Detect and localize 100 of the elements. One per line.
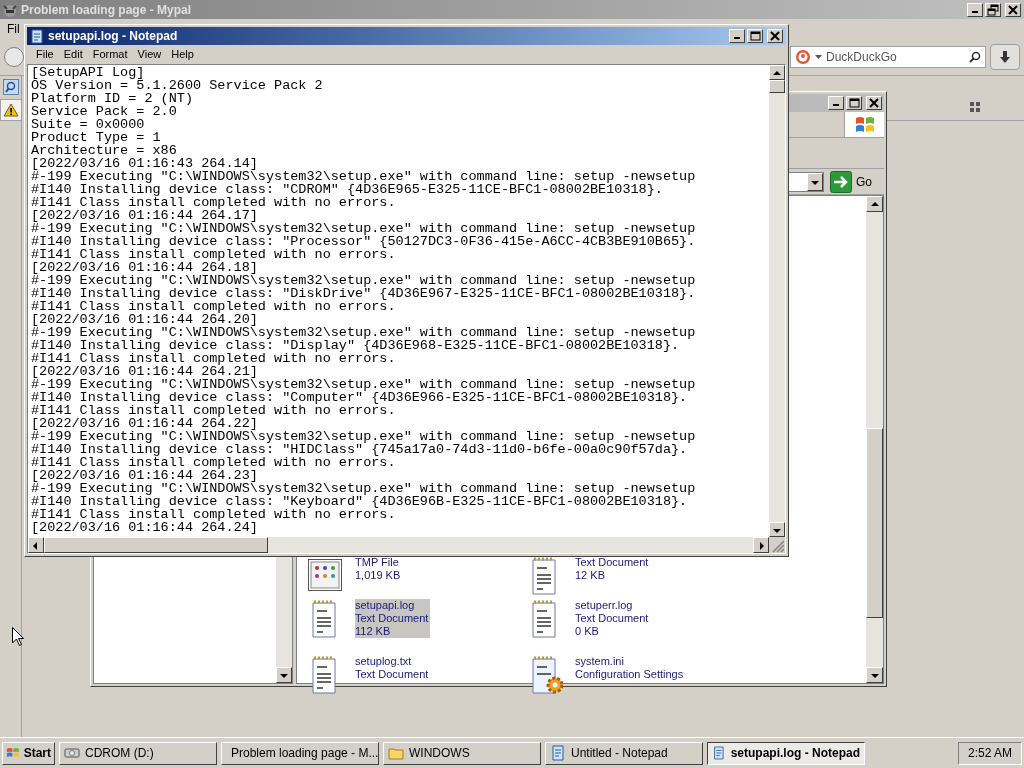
taskbar-button[interactable]: CDROM (D:) xyxy=(59,741,217,765)
notepad-icon xyxy=(550,745,566,761)
minimize-icon xyxy=(833,104,839,106)
taskbar-button[interactable]: Untitled - Notepad xyxy=(545,741,703,765)
log-line: #-199 Executing "C:\WINDOWS\system32\setup.exe" with command line: setup -newsetup xyxy=(31,170,697,183)
close-button[interactable] xyxy=(1005,2,1021,17)
menu-item[interactable]: View xyxy=(132,46,167,63)
folder-icon xyxy=(388,745,404,761)
scroll-thumb[interactable] xyxy=(866,428,883,618)
close-icon xyxy=(867,97,881,109)
drive-icon xyxy=(64,745,80,761)
file-type: Text Document xyxy=(355,668,429,681)
close-button[interactable] xyxy=(767,29,783,43)
log-line: [2022/03/16 01:16:44 264.22] xyxy=(31,417,258,430)
log-line: #-199 Executing "C:\WINDOWS\system32\setup.exe" with command line: setup -newsetup xyxy=(31,274,697,287)
menu-item[interactable]: Help xyxy=(166,46,199,63)
maximize-button[interactable] xyxy=(747,29,763,43)
minimize-icon xyxy=(972,10,978,13)
duck-icon xyxy=(795,48,811,65)
file-name: setupapi.log xyxy=(355,599,416,612)
scroll-up-button[interactable] xyxy=(866,196,883,212)
search-icon[interactable] xyxy=(969,50,981,63)
menu-item[interactable]: Edit xyxy=(58,46,88,63)
scroll-thumb[interactable] xyxy=(769,80,785,93)
log-line: #I140 Installing device class: "Processor" {50127DC3-0F36-415e-A6CC-4CB3BE910B65}. xyxy=(31,235,697,248)
scroll-left-button[interactable] xyxy=(28,537,44,553)
close-icon xyxy=(768,30,782,42)
warning-icon xyxy=(2,103,19,117)
log-line: Platform ID = 2 (NT) xyxy=(31,92,195,105)
log-line: #-199 Executing "C:\WINDOWS\system32\setup.exe" with command line: setup -newsetup xyxy=(31,326,697,339)
file-type: Configuration Settings xyxy=(575,668,684,681)
close-icon xyxy=(1006,3,1020,16)
scroll-thumb[interactable] xyxy=(44,537,268,553)
menu-item[interactable]: File xyxy=(31,46,59,63)
file-label[interactable]: setuperr.log Text Document 0 KB xyxy=(575,599,651,638)
log-line: #I141 Class install completed with no errors. xyxy=(31,196,396,209)
notepad-icon xyxy=(712,745,726,761)
menu-item[interactable]: Format xyxy=(87,46,133,63)
scroll-down-button[interactable] xyxy=(276,667,292,683)
file-type: TMP File xyxy=(355,556,400,569)
app-icon xyxy=(3,2,17,17)
file-type: Text Document xyxy=(355,612,429,625)
scroll-right-button[interactable] xyxy=(753,537,769,553)
go-button[interactable]: Go xyxy=(830,170,880,193)
log-line: Suite = 0x0000 xyxy=(31,118,146,131)
address-field[interactable] xyxy=(788,171,824,192)
log-line: #I141 Class install completed with no errors. xyxy=(31,248,396,261)
log-line: #-199 Executing "C:\WINDOWS\system32\setup.exe" with command line: setup -newsetup xyxy=(31,430,697,443)
download-button[interactable] xyxy=(990,43,1020,70)
log-line: #-199 Executing "C:\WINDOWS\system32\setup.exe" with command line: setup -newsetup xyxy=(31,378,697,391)
minimize-icon xyxy=(734,37,740,39)
file-label[interactable]: TMP File 1,019 KB xyxy=(355,556,403,582)
maximize-button[interactable] xyxy=(846,96,862,110)
file-label[interactable]: setupapi.log Text Document 112 KB xyxy=(355,599,431,638)
log-line: #I140 Installing device class: "HIDClass" {745a17a0-74d3-11d0-b6fe-00a0c90f57da}. xyxy=(31,443,688,456)
file-type: Text Document xyxy=(575,612,649,625)
download-icon xyxy=(998,49,1012,64)
flag-icon xyxy=(6,746,21,760)
search-icon[interactable] xyxy=(2,79,19,95)
close-button[interactable] xyxy=(866,96,882,110)
menu-item[interactable]: Fil xyxy=(7,19,20,38)
file-size: 1,019 KB xyxy=(355,569,401,582)
restore-button[interactable] xyxy=(985,2,1001,17)
minimize-button[interactable] xyxy=(729,29,745,43)
scroll-up-button[interactable] xyxy=(769,65,785,80)
taskbar-button[interactable]: WINDOWS xyxy=(383,741,541,765)
file-label[interactable]: setuplog.txt Text Document xyxy=(355,655,431,681)
file-label[interactable]: system.ini Configuration Settings xyxy=(575,655,686,681)
taskbar-button[interactable]: Problem loading page - M... xyxy=(221,741,379,765)
log-line: #I140 Installing device class: "Computer" {4D36E966-E325-11CE-BFC1-08002BE10318}. xyxy=(31,391,688,404)
resize-grip-icon[interactable] xyxy=(769,537,785,553)
log-line: #-199 Executing "C:\WINDOWS\system32\setup.exe" with command line: setup -newsetup xyxy=(31,222,697,235)
log-line: OS Version = 5.1.2600 Service Pack 2 xyxy=(31,79,324,92)
caret-icon[interactable] xyxy=(815,54,822,59)
file-label[interactable]: Text Document 12 KB xyxy=(575,556,651,582)
search-field[interactable]: DuckDuckGo xyxy=(790,45,986,68)
file-name: setuplog.txt xyxy=(355,655,413,668)
log-line: [SetupAPI Log] xyxy=(31,66,146,79)
file-size: 12 KB xyxy=(575,569,606,582)
file-type: Text Document xyxy=(575,556,649,569)
minimize-button[interactable] xyxy=(967,2,983,17)
log-line: Service Pack = 2.0 xyxy=(31,105,177,118)
log-line: [2022/03/16 01:16:44 264.24] xyxy=(31,521,258,534)
dropdown-button[interactable] xyxy=(807,172,823,191)
scroll-down-button[interactable] xyxy=(866,667,883,683)
log-line: #-199 Executing "C:\WINDOWS\system32\setup.exe" with command line: setup -newsetup xyxy=(31,482,697,495)
start-button[interactable]: Start xyxy=(2,741,55,765)
warning-tab[interactable] xyxy=(0,99,22,121)
taskbar-button[interactable]: setupapi.log - Notepad xyxy=(707,741,865,765)
scroll-down-button[interactable] xyxy=(769,522,785,537)
back-button[interactable] xyxy=(4,46,24,67)
file-size: 112 KB xyxy=(355,625,392,638)
log-line: [2022/03/16 01:16:44 264.23] xyxy=(31,469,258,482)
grid-icon[interactable] xyxy=(970,102,981,113)
search-input[interactable]: DuckDuckGo xyxy=(826,47,965,66)
log-line: [2022/03/16 01:16:44 264.18] xyxy=(31,261,258,274)
log-line: [2022/03/16 01:16:44 264.21] xyxy=(31,365,258,378)
restore-icon xyxy=(986,3,1000,16)
minimize-button[interactable] xyxy=(828,96,844,110)
maximize-icon xyxy=(748,30,762,42)
